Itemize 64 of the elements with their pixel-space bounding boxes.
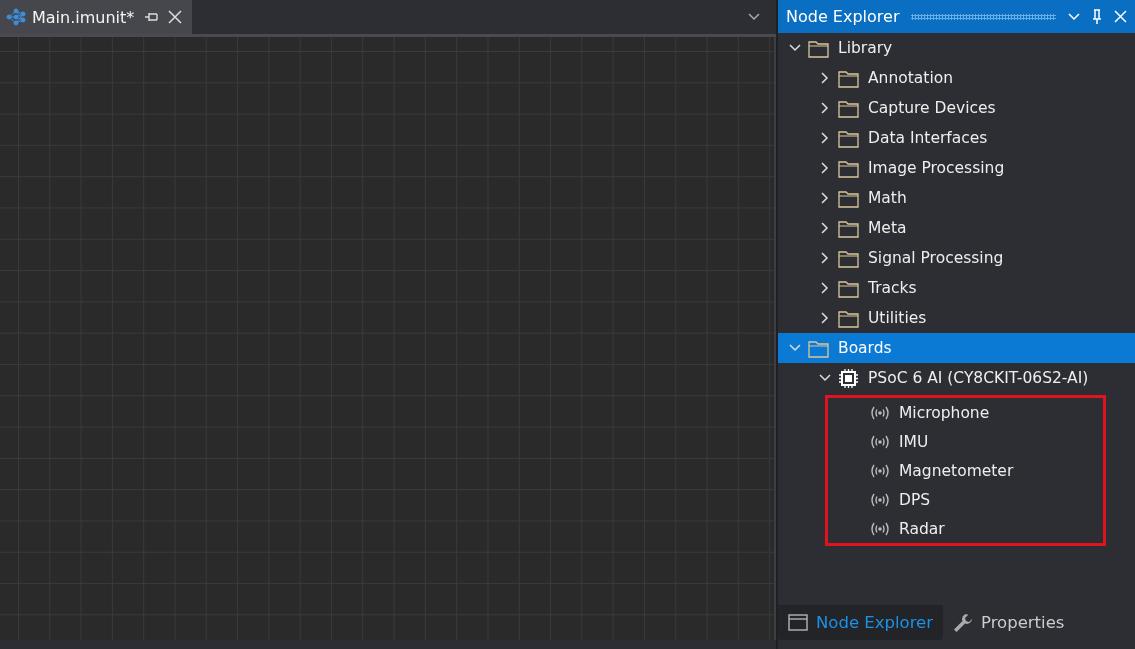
- item-label: Annotation: [868, 69, 953, 87]
- item-label: Library: [838, 39, 893, 57]
- tree-item[interactable]: Signal Processing: [778, 243, 1135, 273]
- signal-icon: [870, 491, 890, 508]
- item-label: PSoC 6 AI (CY8CKIT-06S2-AI): [868, 369, 1089, 387]
- item-label: Capture Devices: [868, 99, 996, 117]
- folder-icon: [838, 68, 859, 88]
- item-label: Math: [868, 189, 907, 207]
- dropdown-icon[interactable]: [748, 13, 760, 21]
- item-label: Boards: [838, 339, 892, 357]
- item-label: IMU: [899, 432, 929, 451]
- drag-grip[interactable]: [911, 13, 1056, 20]
- item-label: Magnetometer: [899, 461, 1014, 480]
- folder-icon: [838, 98, 859, 118]
- item-label: Radar: [899, 519, 945, 538]
- signal-icon: [870, 462, 890, 479]
- panel-tab[interactable]: Properties: [943, 605, 1075, 640]
- folder-icon: [808, 338, 829, 358]
- folder-icon: [838, 218, 859, 238]
- folder-icon: [838, 278, 859, 298]
- item-label: Signal Processing: [868, 249, 1004, 267]
- chip-icon: [838, 367, 859, 389]
- item-label: Tracks: [868, 279, 917, 297]
- window-icon: [788, 614, 808, 631]
- item-label: Utilities: [868, 309, 927, 327]
- item-label: Meta: [868, 219, 907, 237]
- tree-item[interactable]: Data Interfaces: [778, 123, 1135, 153]
- wrench-icon: [953, 612, 973, 633]
- document-tab[interactable]: Main.imunit*: [0, 0, 193, 34]
- item-label: Data Interfaces: [868, 129, 988, 147]
- tree-item[interactable]: Image Processing: [778, 153, 1135, 183]
- tree-item[interactable]: Library: [778, 33, 1135, 63]
- folder-icon: [838, 128, 859, 148]
- tree-item[interactable]: Radar: [828, 514, 1103, 543]
- tree-item[interactable]: Magnetometer: [828, 456, 1103, 485]
- tree-item[interactable]: Boards: [778, 333, 1135, 363]
- close-icon: [168, 10, 183, 24]
- panel-title: Node Explorer: [786, 7, 900, 26]
- signal-icon: [870, 404, 890, 421]
- tree-item[interactable]: Utilities: [778, 303, 1135, 333]
- tree-item[interactable]: PSoC 6 AI (CY8CKIT-06S2-AI): [778, 363, 1135, 393]
- signal-icon: [870, 433, 890, 450]
- folder-icon: [838, 188, 859, 208]
- network-icon: [6, 7, 26, 27]
- folder-icon: [838, 308, 859, 328]
- folder-icon: [838, 158, 859, 178]
- item-label: DPS: [899, 490, 931, 509]
- tree-item[interactable]: Math: [778, 183, 1135, 213]
- tree-item[interactable]: IMU: [828, 427, 1103, 456]
- tree-item[interactable]: Capture Devices: [778, 93, 1135, 123]
- tree-item[interactable]: Annotation: [778, 63, 1135, 93]
- item-label: Image Processing: [868, 159, 1005, 177]
- folder-icon: [838, 248, 859, 268]
- pin-icon[interactable]: [1092, 8, 1102, 25]
- tree-item[interactable]: Tracks: [778, 273, 1135, 303]
- item-label: Microphone: [899, 403, 990, 422]
- panel-tab[interactable]: Node Explorer: [778, 605, 943, 640]
- close-icon[interactable]: [1114, 10, 1127, 23]
- signal-icon: [870, 520, 890, 537]
- folder-icon: [808, 38, 829, 58]
- tree-item[interactable]: Microphone: [828, 398, 1103, 427]
- tree-item[interactable]: Meta: [778, 213, 1135, 243]
- tree-item[interactable]: DPS: [828, 485, 1103, 514]
- pin-icon: [144, 11, 159, 23]
